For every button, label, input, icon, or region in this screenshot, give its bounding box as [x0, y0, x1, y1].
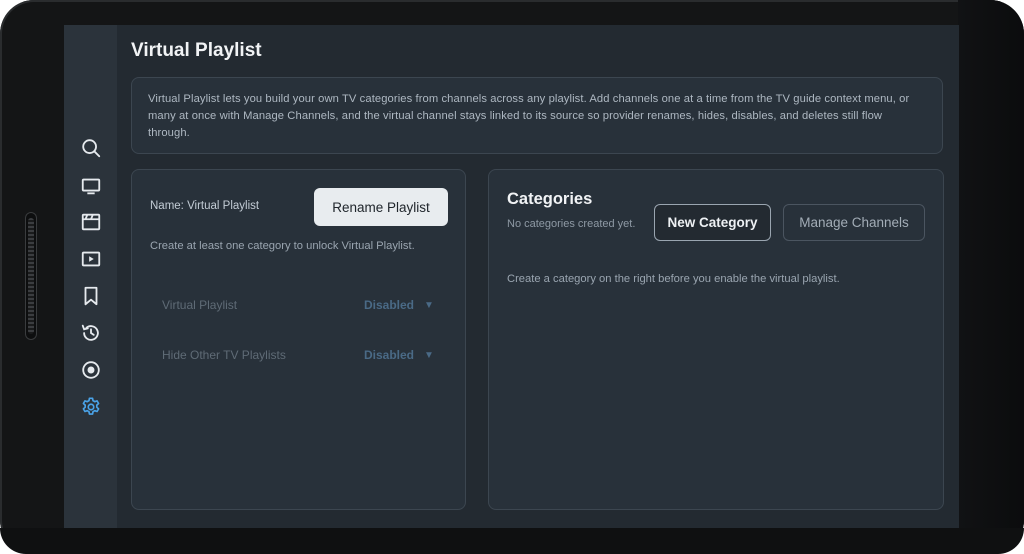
page-title: Virtual Playlist [131, 40, 262, 61]
categories-empty-text: No categories created yet. [507, 218, 636, 230]
categories-hint: Create a category on the right before yo… [507, 273, 840, 285]
categories-panel: Categories No categories created yet. Ne… [488, 169, 944, 510]
app-screen: Virtual Playlist Virtual Playlist lets y… [64, 25, 959, 528]
search-icon [82, 139, 101, 158]
virtual-playlist-dropdown[interactable]: Disabled ▼ [364, 298, 434, 312]
chevron-down-icon: ▼ [424, 349, 434, 361]
chevron-down-icon: ▼ [424, 299, 434, 311]
movie-icon [81, 213, 101, 231]
device-bezel-right [958, 0, 1024, 554]
device-side-button [25, 212, 37, 340]
sidebar-item-movies[interactable] [78, 209, 104, 235]
tv-icon [81, 178, 101, 195]
sidebar-item-series[interactable] [78, 246, 104, 272]
hide-other-playlists-label: Hide Other TV Playlists [162, 348, 286, 362]
hide-other-playlists-dropdown[interactable]: Disabled ▼ [364, 348, 434, 362]
playlist-name-label: Name: Virtual Playlist [150, 200, 260, 212]
video-play-icon [81, 251, 101, 267]
categories-title: Categories [507, 190, 593, 208]
hide-other-playlists-value: Disabled [364, 348, 415, 362]
description-text: Virtual Playlist lets you build your own… [148, 93, 910, 139]
virtual-playlist-value: Disabled [364, 298, 415, 312]
settings-gear-icon [82, 397, 100, 415]
bookmark-icon [84, 286, 98, 306]
record-icon [82, 361, 100, 379]
device-bezel-bottom [0, 528, 1024, 554]
manage-channels-button[interactable]: Manage Channels [783, 204, 925, 241]
new-category-button[interactable]: New Category [654, 204, 771, 241]
sidebar-item-bookmarks[interactable] [78, 283, 104, 309]
sidebar-item-search[interactable] [78, 135, 104, 161]
sidebar-item-tv[interactable] [78, 173, 104, 199]
sidebar-item-recordings[interactable] [78, 357, 104, 383]
history-icon [81, 324, 99, 341]
rename-playlist-button[interactable]: Rename Playlist [314, 188, 448, 226]
sidebar-item-history[interactable] [78, 320, 104, 346]
playlist-settings-panel: Name: Virtual Playlist Rename Playlist C… [131, 169, 466, 510]
sidebar-nav [64, 25, 117, 528]
description-box: Virtual Playlist lets you build your own… [131, 77, 943, 154]
virtual-playlist-label: Virtual Playlist [162, 298, 238, 312]
sidebar-item-settings[interactable] [78, 394, 104, 420]
unlock-hint: Create at least one category to unlock V… [150, 240, 415, 252]
